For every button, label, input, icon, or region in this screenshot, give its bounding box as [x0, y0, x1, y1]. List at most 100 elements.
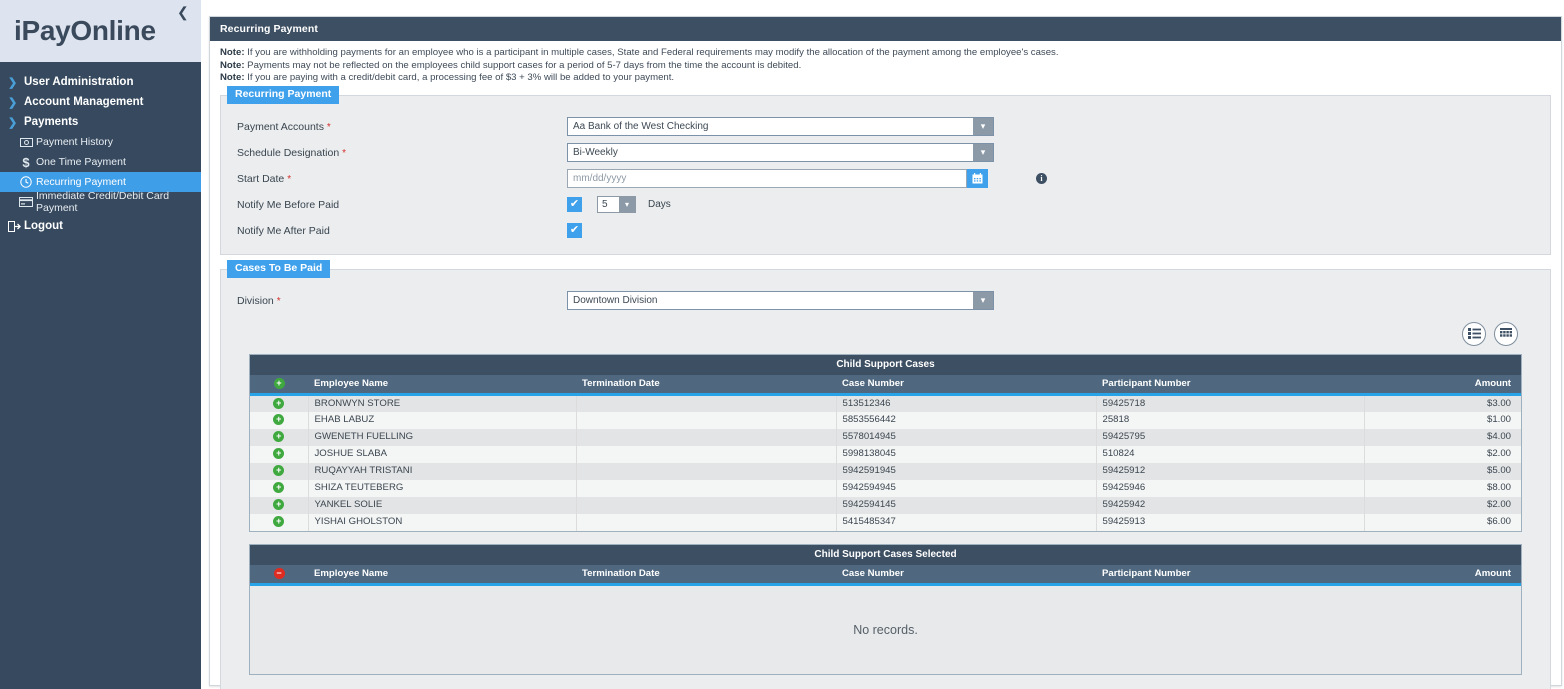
cell-case-number: 5415485347	[836, 514, 1096, 531]
cases-to-be-paid-fieldset: Cases To Be Paid Division * Downtown Div…	[220, 269, 1551, 689]
calendar-icon[interactable]	[967, 169, 988, 188]
child-support-cases-table: Child Support Cases + Employee Name Term…	[249, 354, 1522, 532]
note-prefix: Note:	[220, 60, 245, 71]
schedule-designation-select[interactable]: Bi-Weekly ▾	[567, 143, 994, 162]
table-row[interactable]: +SHIZA TEUTEBERG594259494559425946$8.00	[250, 480, 1521, 497]
add-case-icon[interactable]: +	[250, 463, 308, 480]
header-termination-date[interactable]: Termination Date	[576, 565, 836, 585]
notify-before-paid-checkbox[interactable]: ✔	[567, 197, 582, 212]
cell-amount: $6.00	[1364, 514, 1521, 531]
sidebar-item-immediate-credit-debit-card-payment[interactable]: Immediate Credit/Debit Card Payment	[0, 192, 201, 212]
chevron-down-icon: ❯	[8, 116, 24, 129]
cell-amount: $8.00	[1364, 480, 1521, 497]
add-case-icon[interactable]: +	[273, 465, 284, 476]
chevron-left-icon[interactable]: ❮	[177, 5, 191, 19]
cell-amount: $1.00	[1364, 412, 1521, 429]
list-view-icon	[1468, 328, 1481, 339]
remove-all-icon[interactable]: −	[274, 568, 285, 579]
sidebar-item-one-time-payment[interactable]: $ One Time Payment	[0, 152, 201, 172]
header-case-number[interactable]: Case Number	[836, 375, 1096, 395]
list-view-toggle[interactable]	[1462, 322, 1486, 346]
header-amount[interactable]: Amount	[1364, 565, 1521, 585]
add-case-icon[interactable]: +	[273, 414, 284, 425]
sidebar-item-recurring-payment[interactable]: Recurring Payment	[0, 172, 201, 192]
add-case-icon[interactable]: +	[273, 398, 284, 409]
notify-after-paid-row: Notify Me After Paid ✔	[231, 218, 1540, 244]
note-line: Note: If you are withholding payments fo…	[220, 47, 1551, 60]
sidebar-nav: ❯ User Administration ❯ Account Manageme…	[0, 62, 201, 236]
cell-participant-number: 25818	[1096, 412, 1364, 429]
add-case-icon[interactable]: +	[250, 514, 308, 531]
table-row[interactable]: +JOSHUE SLABA5998138045510824$2.00	[250, 446, 1521, 463]
header-case-number[interactable]: Case Number	[836, 565, 1096, 585]
selected-value: 5	[598, 199, 608, 210]
chevron-down-icon: ▾	[973, 118, 993, 135]
table-row[interactable]: +BRONWYN STORE51351234659425718$3.00	[250, 394, 1521, 412]
notify-days-select[interactable]: 5 ▾	[597, 196, 636, 213]
header-amount[interactable]: Amount	[1364, 375, 1521, 395]
table-head: − Employee Name Termination Date Case Nu…	[250, 565, 1521, 585]
payment-accounts-select[interactable]: Aa Bank of the West Checking ▾	[567, 117, 994, 136]
empty-message: No records.	[853, 623, 918, 637]
header-employee-name[interactable]: Employee Name	[308, 565, 576, 585]
notify-after-paid-checkbox[interactable]: ✔	[567, 223, 582, 238]
cell-case-number: 513512346	[836, 394, 1096, 412]
sidebar-item-account-management[interactable]: ❯ Account Management	[0, 92, 201, 112]
brand-bar: iPayOnline ❮	[0, 0, 201, 62]
cell-termination-date	[576, 514, 836, 531]
table-header-row: + Employee Name Termination Date Case Nu…	[250, 375, 1521, 395]
header-participant-number[interactable]: Participant Number	[1096, 565, 1364, 585]
add-case-icon[interactable]: +	[250, 497, 308, 514]
header-employee-name[interactable]: Employee Name	[308, 375, 576, 395]
note-text: If you are withholding payments for an e…	[245, 47, 1059, 58]
view-toggle-group	[231, 314, 1540, 346]
division-select[interactable]: Downtown Division ▾	[567, 291, 994, 310]
label-text: Schedule Designation	[237, 147, 339, 159]
add-case-icon[interactable]: +	[273, 448, 284, 459]
payment-accounts-control: Aa Bank of the West Checking ▾	[567, 117, 994, 136]
add-case-icon[interactable]: +	[250, 446, 308, 463]
header-select-all[interactable]: +	[250, 375, 308, 395]
info-icon[interactable]: i	[1036, 173, 1047, 184]
add-all-icon[interactable]: +	[274, 378, 285, 389]
add-case-icon[interactable]: +	[250, 412, 308, 429]
empty-state: No records.	[250, 586, 1521, 674]
header-participant-number[interactable]: Participant Number	[1096, 375, 1364, 395]
start-date-control: mm/dd/yyyy i	[567, 169, 1047, 188]
sidebar-item-payment-history[interactable]: Payment History	[0, 132, 201, 152]
label-text: Start Date	[237, 173, 284, 185]
grid-view-toggle[interactable]	[1494, 322, 1518, 346]
start-date-input[interactable]: mm/dd/yyyy	[567, 169, 967, 188]
schedule-designation-label: Schedule Designation *	[231, 147, 567, 159]
sidebar-item-user-administration[interactable]: ❯ User Administration	[0, 72, 201, 92]
sidebar-item-label: User Administration	[24, 76, 133, 88]
sidebar-item-payments[interactable]: ❯ Payments	[0, 112, 201, 132]
sidebar-item-logout[interactable]: Logout	[0, 216, 201, 236]
cell-participant-number: 59425946	[1096, 480, 1364, 497]
add-case-icon[interactable]: +	[250, 480, 308, 497]
add-case-icon[interactable]: +	[273, 499, 284, 510]
table-row[interactable]: +EHAB LABUZ585355644225818$1.00	[250, 412, 1521, 429]
notify-after-paid-label: Notify Me After Paid	[231, 225, 567, 237]
cell-participant-number: 59425913	[1096, 514, 1364, 531]
header-termination-date[interactable]: Termination Date	[576, 375, 836, 395]
division-label: Division *	[231, 295, 567, 307]
table-row[interactable]: +GWENETH FUELLING557801494559425795$4.00	[250, 429, 1521, 446]
table-row[interactable]: +RUQAYYAH TRISTANI594259194559425912$5.0…	[250, 463, 1521, 480]
days-label: Days	[648, 199, 671, 210]
add-case-icon[interactable]: +	[273, 482, 284, 493]
add-case-icon[interactable]: +	[250, 394, 308, 412]
required-marker: *	[287, 174, 291, 185]
table-row[interactable]: +YANKEL SOLIE594259414559425942$2.00	[250, 497, 1521, 514]
cell-employee-name: BRONWYN STORE	[308, 394, 576, 412]
start-date-label: Start Date *	[231, 173, 567, 185]
cell-participant-number: 59425912	[1096, 463, 1364, 480]
add-case-icon[interactable]: +	[273, 516, 284, 527]
add-case-icon[interactable]: +	[250, 429, 308, 446]
credit-card-icon	[16, 197, 36, 207]
note-text: Payments may not be reflected on the emp…	[245, 60, 802, 71]
cell-case-number: 5942591945	[836, 463, 1096, 480]
add-case-icon[interactable]: +	[273, 431, 284, 442]
header-remove-all[interactable]: −	[250, 565, 308, 585]
table-row[interactable]: +YISHAI GHOLSTON541548534759425913$6.00	[250, 514, 1521, 531]
